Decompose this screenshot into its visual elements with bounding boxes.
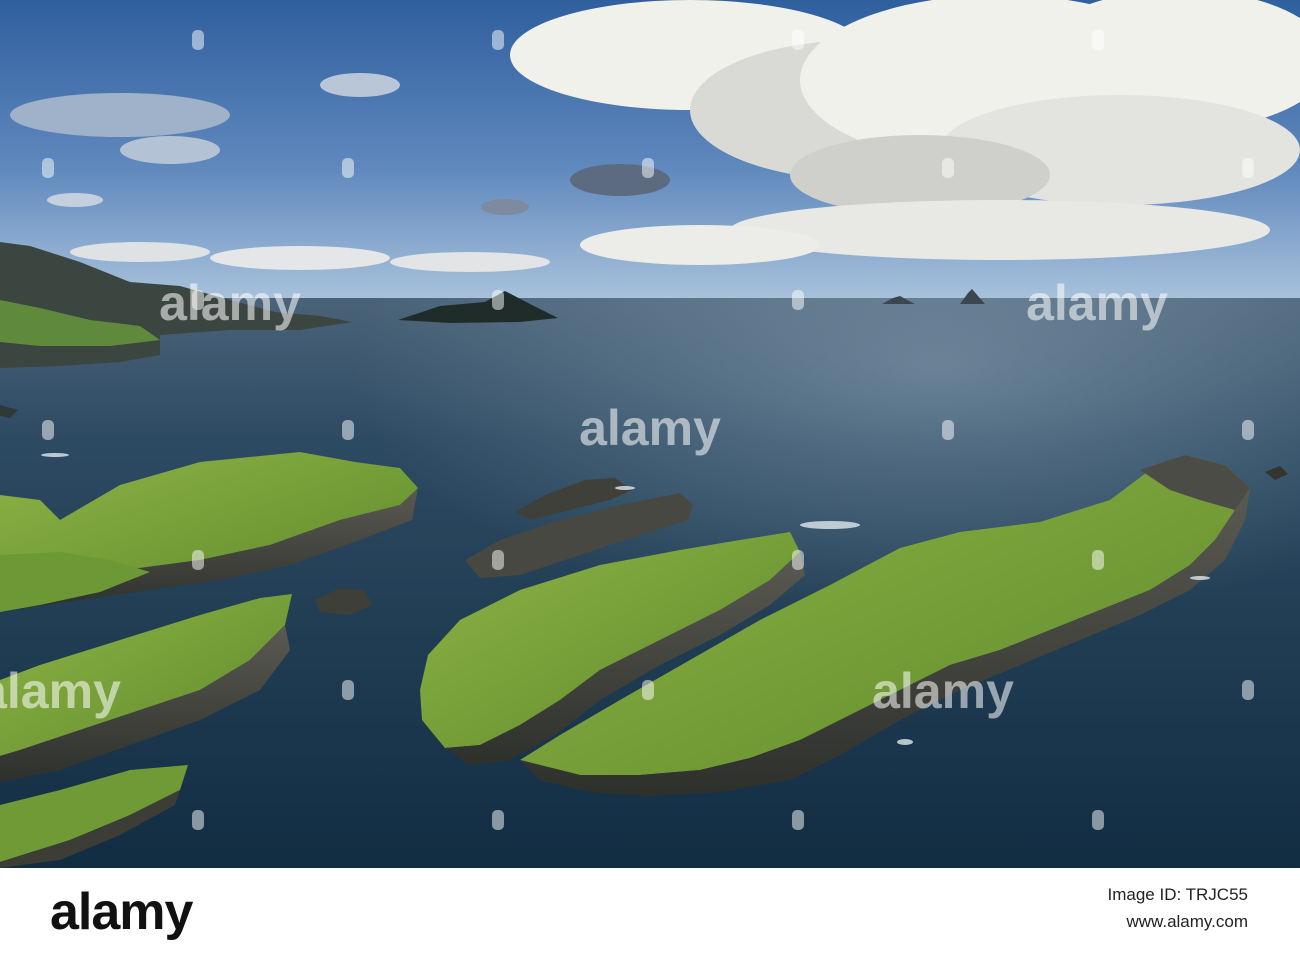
footer-url[interactable]: www.alamy.com [1108,908,1248,936]
watermark-top-left: alamy [159,275,301,331]
image-id-label: Image ID: [1107,885,1182,904]
watermark-center: alamy [579,400,721,456]
alamy-logo[interactable]: alamy [50,882,193,942]
aerial-coast-photo: alamy alamy alamy alamy alamy [0,0,1300,868]
watermark-bottom-left: alamy [0,663,121,719]
watermark-top-right: alamy [1026,275,1168,331]
watermark-bottom-right: alamy [872,663,1014,719]
footer-info: Image ID: TRJC55 www.alamy.com [1108,882,1248,936]
image-id-value: TRJC55 [1185,885,1248,904]
image-id-line: Image ID: TRJC55 [1108,882,1248,908]
footer-bar: alamy Image ID: TRJC55 www.alamy.com [0,868,1300,956]
